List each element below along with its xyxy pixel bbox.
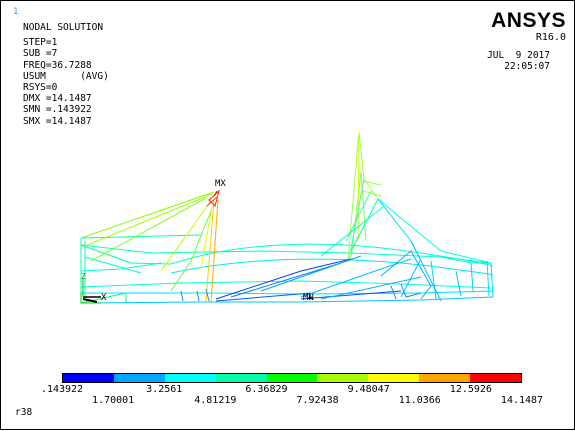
model-rail-bottom	[80, 296, 494, 304]
legend-tick-7: 11.0366	[398, 395, 441, 406]
legend-swatch-1	[113, 374, 165, 382]
legend-tick-8: 12.5926	[449, 384, 492, 395]
legend-swatch-8	[470, 374, 522, 382]
legend-tick-4: 6.36829	[245, 384, 288, 395]
frame-model-plot[interactable]: MX MN X Z	[1, 1, 575, 431]
legend-swatch-5	[317, 374, 369, 382]
legend-swatch-3	[215, 374, 267, 382]
legend-tick-0: .143922	[40, 384, 84, 395]
legend-swatch-4	[266, 374, 318, 382]
graphics-window: 1 NODAL SOLUTION STEP=1 SUB =7 FREQ=36.7…	[0, 0, 575, 430]
legend-tick-9: 14.1487	[500, 395, 544, 406]
legend-swatch-6	[368, 374, 420, 382]
legend-tick-2: 3.2561	[146, 384, 183, 395]
legend-tick-1: 1.70001	[92, 395, 135, 406]
footer-label: r38	[15, 407, 33, 418]
legend-swatch-0	[63, 374, 114, 382]
model-main-hoop	[80, 191, 215, 239]
min-marker: MN	[303, 293, 314, 303]
z-axis-label: Z	[81, 272, 86, 281]
x-axis-label: X	[101, 293, 107, 303]
legend-tick-6: 9.48047	[347, 384, 390, 395]
legend-swatch-7	[419, 374, 471, 382]
legend-tick-5: 7.92438	[296, 395, 339, 406]
legend-swatch-2	[164, 374, 216, 382]
max-marker: MX	[215, 179, 226, 189]
contour-legend-bar	[62, 373, 522, 383]
model-rail-top	[80, 234, 202, 239]
legend-tick-3: 4.81219	[194, 395, 237, 406]
model-rail-lower	[81, 290, 494, 295]
